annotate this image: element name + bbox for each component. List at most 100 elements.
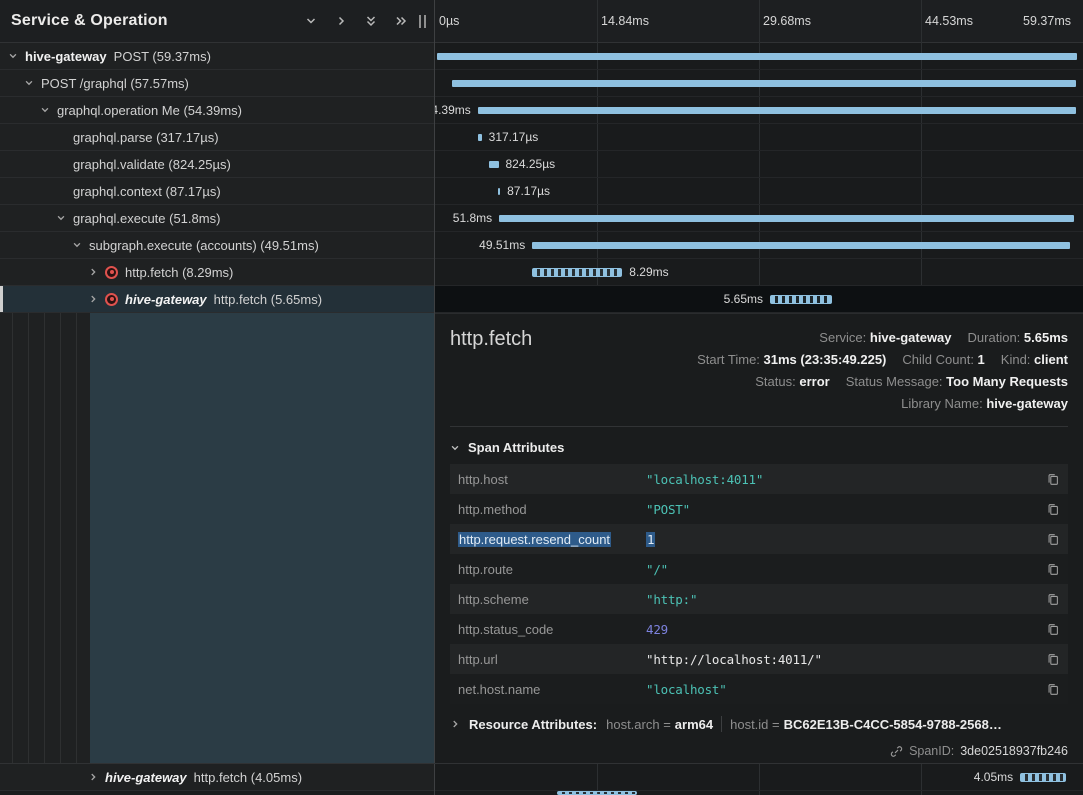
span-tree-row[interactable]: graphql.context (87.17µs)	[0, 178, 434, 205]
attribute-key: http.route	[458, 562, 646, 577]
meta-value: 1	[978, 352, 985, 367]
chevron-down-icon[interactable]	[305, 15, 317, 27]
expand-chevron-icon[interactable]	[88, 772, 98, 782]
meta-value: 5.65ms	[1024, 330, 1068, 345]
span-duration-bar[interactable]	[532, 268, 622, 277]
span-duration-label: 5.65ms	[724, 292, 763, 306]
double-chevron-right-icon[interactable]	[395, 15, 407, 27]
span-duration-bar[interactable]	[532, 242, 1070, 249]
ruler-tick: 44.53ms	[925, 14, 973, 28]
copy-icon[interactable]	[1046, 622, 1060, 637]
span-timeline-row[interactable]	[435, 70, 1083, 97]
span-tree-row[interactable]: graphql.validate (824.25µs)	[0, 151, 434, 178]
copy-icon[interactable]	[1046, 592, 1060, 607]
meta-key: Child Count:	[902, 352, 977, 367]
column-resizer-handle[interactable]	[419, 15, 426, 28]
attribute-value: "http://localhost:4011/"	[646, 652, 1046, 667]
double-chevron-down-icon[interactable]	[365, 15, 377, 27]
copy-icon[interactable]	[1046, 682, 1060, 697]
span-meta-pair: Library Name: hive-gateway	[901, 396, 1068, 411]
collapse-chevron-icon[interactable]	[56, 213, 66, 223]
service-name: hive-gateway	[125, 292, 207, 307]
span-duration-label: 49.51ms	[479, 238, 525, 252]
attribute-value: 1	[646, 532, 1046, 547]
selected-text: 1	[646, 532, 655, 547]
span-tree-row[interactable]: graphql.operation Me (54.39ms)	[0, 97, 434, 124]
ruler-tick: 59.37ms	[1023, 14, 1071, 28]
span-duration-label: 4.05ms	[974, 770, 1013, 784]
span-tree-row[interactable]: hive-gatewayhttp.fetch (5.65ms)	[0, 286, 434, 313]
copy-icon[interactable]	[1046, 472, 1060, 487]
span-timeline-row[interactable]: 51.8ms	[435, 205, 1083, 232]
copy-icon[interactable]	[1046, 532, 1060, 547]
span-meta-pair: Duration: 5.65ms	[968, 330, 1068, 345]
expand-chevron-icon[interactable]	[88, 294, 98, 304]
attribute-row: http.status_code429	[450, 614, 1068, 644]
span-timeline-row[interactable]: 87.17µs	[435, 178, 1083, 205]
divider	[0, 763, 1083, 764]
link-icon[interactable]	[890, 745, 903, 758]
span-timeline-row[interactable]: 49.51ms	[435, 232, 1083, 259]
expand-chevron-icon	[450, 719, 460, 729]
span-tree-row[interactable]: graphql.parse (317.17µs)	[0, 124, 434, 151]
span-timeline-row[interactable]: 824.25µs	[435, 151, 1083, 178]
span-timeline-row[interactable]	[435, 43, 1083, 70]
attribute-key: http.host	[458, 472, 646, 487]
ruler-tick: 0µs	[439, 14, 459, 28]
copy-icon[interactable]	[1046, 652, 1060, 667]
span-tree-row[interactable]: hive-gatewayhttp.fetch (4.05ms)	[0, 764, 434, 791]
span-tree-row[interactable]: hive-gatewayPOST (59.37ms)	[0, 43, 434, 70]
ruler-tick: 14.84ms	[601, 14, 649, 28]
span-timeline-row[interactable]: 4.05ms	[435, 764, 1083, 791]
chevron-right-icon[interactable]	[335, 15, 347, 27]
indent-guides	[0, 313, 90, 763]
meta-value: hive-gateway	[870, 330, 952, 345]
span-duration-bar[interactable]	[770, 295, 832, 304]
span-timeline-row[interactable]: 54.39ms	[435, 97, 1083, 124]
meta-key: Start Time:	[697, 352, 763, 367]
collapse-chevron-icon[interactable]	[72, 240, 82, 250]
span-duration-bar[interactable]	[498, 188, 500, 195]
span-meta-line: Service: hive-gatewayDuration: 5.65ms	[697, 327, 1068, 349]
span-duration-bar[interactable]	[478, 107, 1076, 114]
attribute-key: http.status_code	[458, 622, 646, 637]
span-timeline-row[interactable]: 317.17µs	[435, 124, 1083, 151]
attribute-row: http.scheme"http:"	[450, 584, 1068, 614]
resource-attribute-key: host.id =	[730, 717, 780, 732]
meta-key: Status Message:	[846, 374, 946, 389]
span-duration-label: 51.8ms	[453, 211, 492, 225]
span-tree-row[interactable]: graphql.execute (51.8ms)	[0, 205, 434, 232]
span-duration-bar[interactable]	[478, 134, 482, 141]
span-tree-row[interactable]: subgraph.execute (accounts) (49.51ms)	[0, 232, 434, 259]
span-id-label: SpanID:	[909, 744, 954, 758]
span-duration-bar[interactable]	[437, 53, 1077, 60]
span-timeline-row[interactable]: 5.65ms	[435, 286, 1083, 313]
expand-chevron-icon[interactable]	[88, 267, 98, 277]
span-duration-bar[interactable]	[557, 791, 637, 795]
span-tree-row[interactable]: http.fetch (8.29ms)	[0, 259, 434, 286]
resource-attribute-value: arm64	[675, 717, 713, 732]
operation-label: graphql.operation Me (54.39ms)	[57, 103, 242, 118]
selected-row-accent	[0, 286, 3, 312]
operation-label: http.fetch (8.29ms)	[125, 265, 233, 280]
span-attributes-toggle[interactable]: Span Attributes	[450, 440, 564, 455]
span-duration-bar[interactable]	[1020, 773, 1066, 782]
copy-icon[interactable]	[1046, 562, 1060, 577]
span-id-value: 3de02518937fb246	[960, 744, 1068, 758]
copy-icon[interactable]	[1046, 502, 1060, 517]
collapse-chevron-icon[interactable]	[40, 105, 50, 115]
span-duration-label: 317.17µs	[489, 130, 539, 144]
resource-attributes-row[interactable]: Resource Attributes: host.arch = arm64ho…	[450, 716, 1068, 732]
error-dot-icon	[110, 270, 114, 274]
attribute-row: http.method"POST"	[450, 494, 1068, 524]
span-duration-bar[interactable]	[452, 80, 1076, 87]
collapse-chevron-icon[interactable]	[8, 51, 18, 61]
span-timeline-row[interactable]: 8.29ms	[435, 259, 1083, 286]
span-duration-bar[interactable]	[499, 215, 1074, 222]
resource-attributes-title: Resource Attributes:	[469, 717, 597, 732]
span-duration-bar[interactable]	[489, 161, 499, 168]
resource-attributes-preview: host.arch = arm64host.id = BC62E13B-C4CC…	[606, 716, 1002, 732]
span-tree-row[interactable]: POST /graphql (57.57ms)	[0, 70, 434, 97]
span-meta-line: Library Name: hive-gateway	[697, 393, 1068, 415]
collapse-chevron-icon[interactable]	[24, 78, 34, 88]
